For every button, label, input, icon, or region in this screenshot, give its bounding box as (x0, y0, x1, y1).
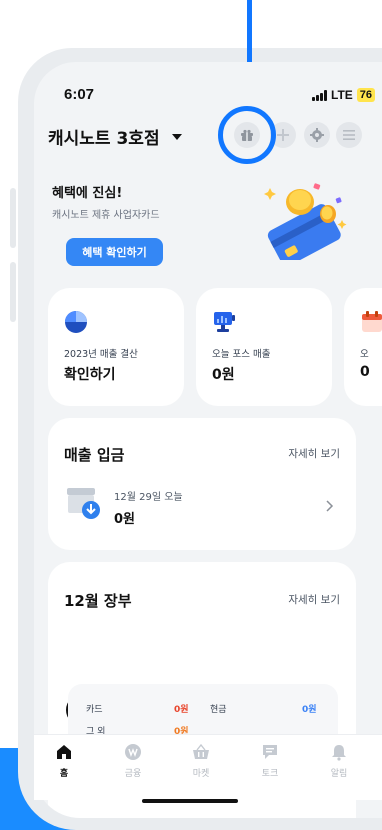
summary-value: 확인하기 (64, 367, 116, 383)
pie-chart-icon (65, 311, 87, 333)
tab-label: 금융 (124, 769, 142, 779)
phone-side-button (10, 262, 16, 322)
status-bar: 6:07 LTE 76 (64, 86, 376, 106)
summary-card-annual-sales[interactable]: 2023년 매출 결산 확인하기 (48, 288, 184, 406)
deposit-card: 매출 입금 자세히 보기 12월 29일 오늘 0원 (48, 418, 356, 550)
promo-benefit-button[interactable]: 혜택 확인하기 (66, 238, 163, 266)
annotation-highlight-ring (218, 106, 276, 164)
summary-label: 오 (360, 349, 369, 360)
ledger-detail-link[interactable]: 자세히 보기 (288, 592, 340, 607)
summary-value: 0 (360, 364, 370, 380)
tab-label: 알림 (330, 769, 348, 779)
basket-icon (193, 743, 209, 759)
summary-label: 오늘 포스 매출 (212, 349, 271, 360)
menu-icon[interactable] (336, 122, 362, 148)
card-coin-illustration (264, 183, 347, 260)
status-indicators: LTE 76 (312, 88, 376, 102)
app-screen: 6:07 LTE 76 캐시노트 3호점 혜택에 진심! 캐시노트 제휴 사업자… (34, 62, 382, 818)
bottom-tab-bar: 홈 금융 마켓 토크 알림 (34, 734, 382, 800)
tab-home[interactable]: 홈 (44, 743, 84, 779)
battery-icon: 76 (356, 88, 376, 102)
status-time: 6:07 (64, 86, 95, 103)
cash-amount: 0원 (302, 705, 317, 715)
chevron-right-icon[interactable] (326, 500, 334, 512)
pos-monitor-icon (214, 312, 235, 332)
chat-icon (263, 745, 277, 759)
signal-icon (312, 89, 327, 101)
tab-label: 마켓 (192, 769, 210, 779)
chevron-down-icon (171, 133, 182, 140)
card-label: 카드 (86, 705, 103, 715)
tab-finance[interactable]: 금융 (113, 743, 153, 779)
calendar-icon (362, 311, 382, 332)
summary-card-partial[interactable]: 오 0 (344, 288, 382, 406)
tab-market[interactable]: 마켓 (181, 743, 221, 779)
ledger-title: 12월 장부 (64, 592, 132, 610)
won-coin-icon (125, 744, 141, 760)
deposit-title: 매출 입금 (64, 446, 125, 464)
gear-icon[interactable] (304, 122, 330, 148)
tab-talk[interactable]: 토크 (250, 743, 290, 779)
home-indicator (142, 799, 238, 803)
tab-notifications[interactable]: 알림 (319, 743, 359, 779)
phone-side-button (10, 188, 16, 248)
card-amount: 0원 (174, 705, 189, 715)
summary-label: 2023년 매출 결산 (64, 349, 138, 360)
promo-title: 혜택에 진심! (52, 186, 123, 201)
store-selector[interactable]: 캐시노트 3호점 (48, 124, 182, 149)
summary-card-pos-sales[interactable]: 오늘 포스 매출 0원 (196, 288, 332, 406)
deposit-detail-link[interactable]: 자세히 보기 (288, 446, 340, 461)
home-icon (57, 745, 71, 759)
cash-label: 현금 (210, 705, 227, 715)
deposit-date: 12월 29일 오늘 (114, 492, 183, 503)
bell-icon (332, 745, 346, 761)
deposit-amount: 0원 (114, 512, 136, 527)
tab-label: 토크 (261, 769, 279, 779)
summary-value: 0원 (212, 367, 235, 383)
network-label: LTE (331, 88, 353, 102)
store-name: 캐시노트 3호점 (48, 129, 160, 149)
promo-subtitle: 캐시노트 제휴 사업자카드 (52, 210, 160, 221)
tab-label: 홈 (59, 769, 69, 779)
deposit-box-icon (67, 488, 100, 519)
